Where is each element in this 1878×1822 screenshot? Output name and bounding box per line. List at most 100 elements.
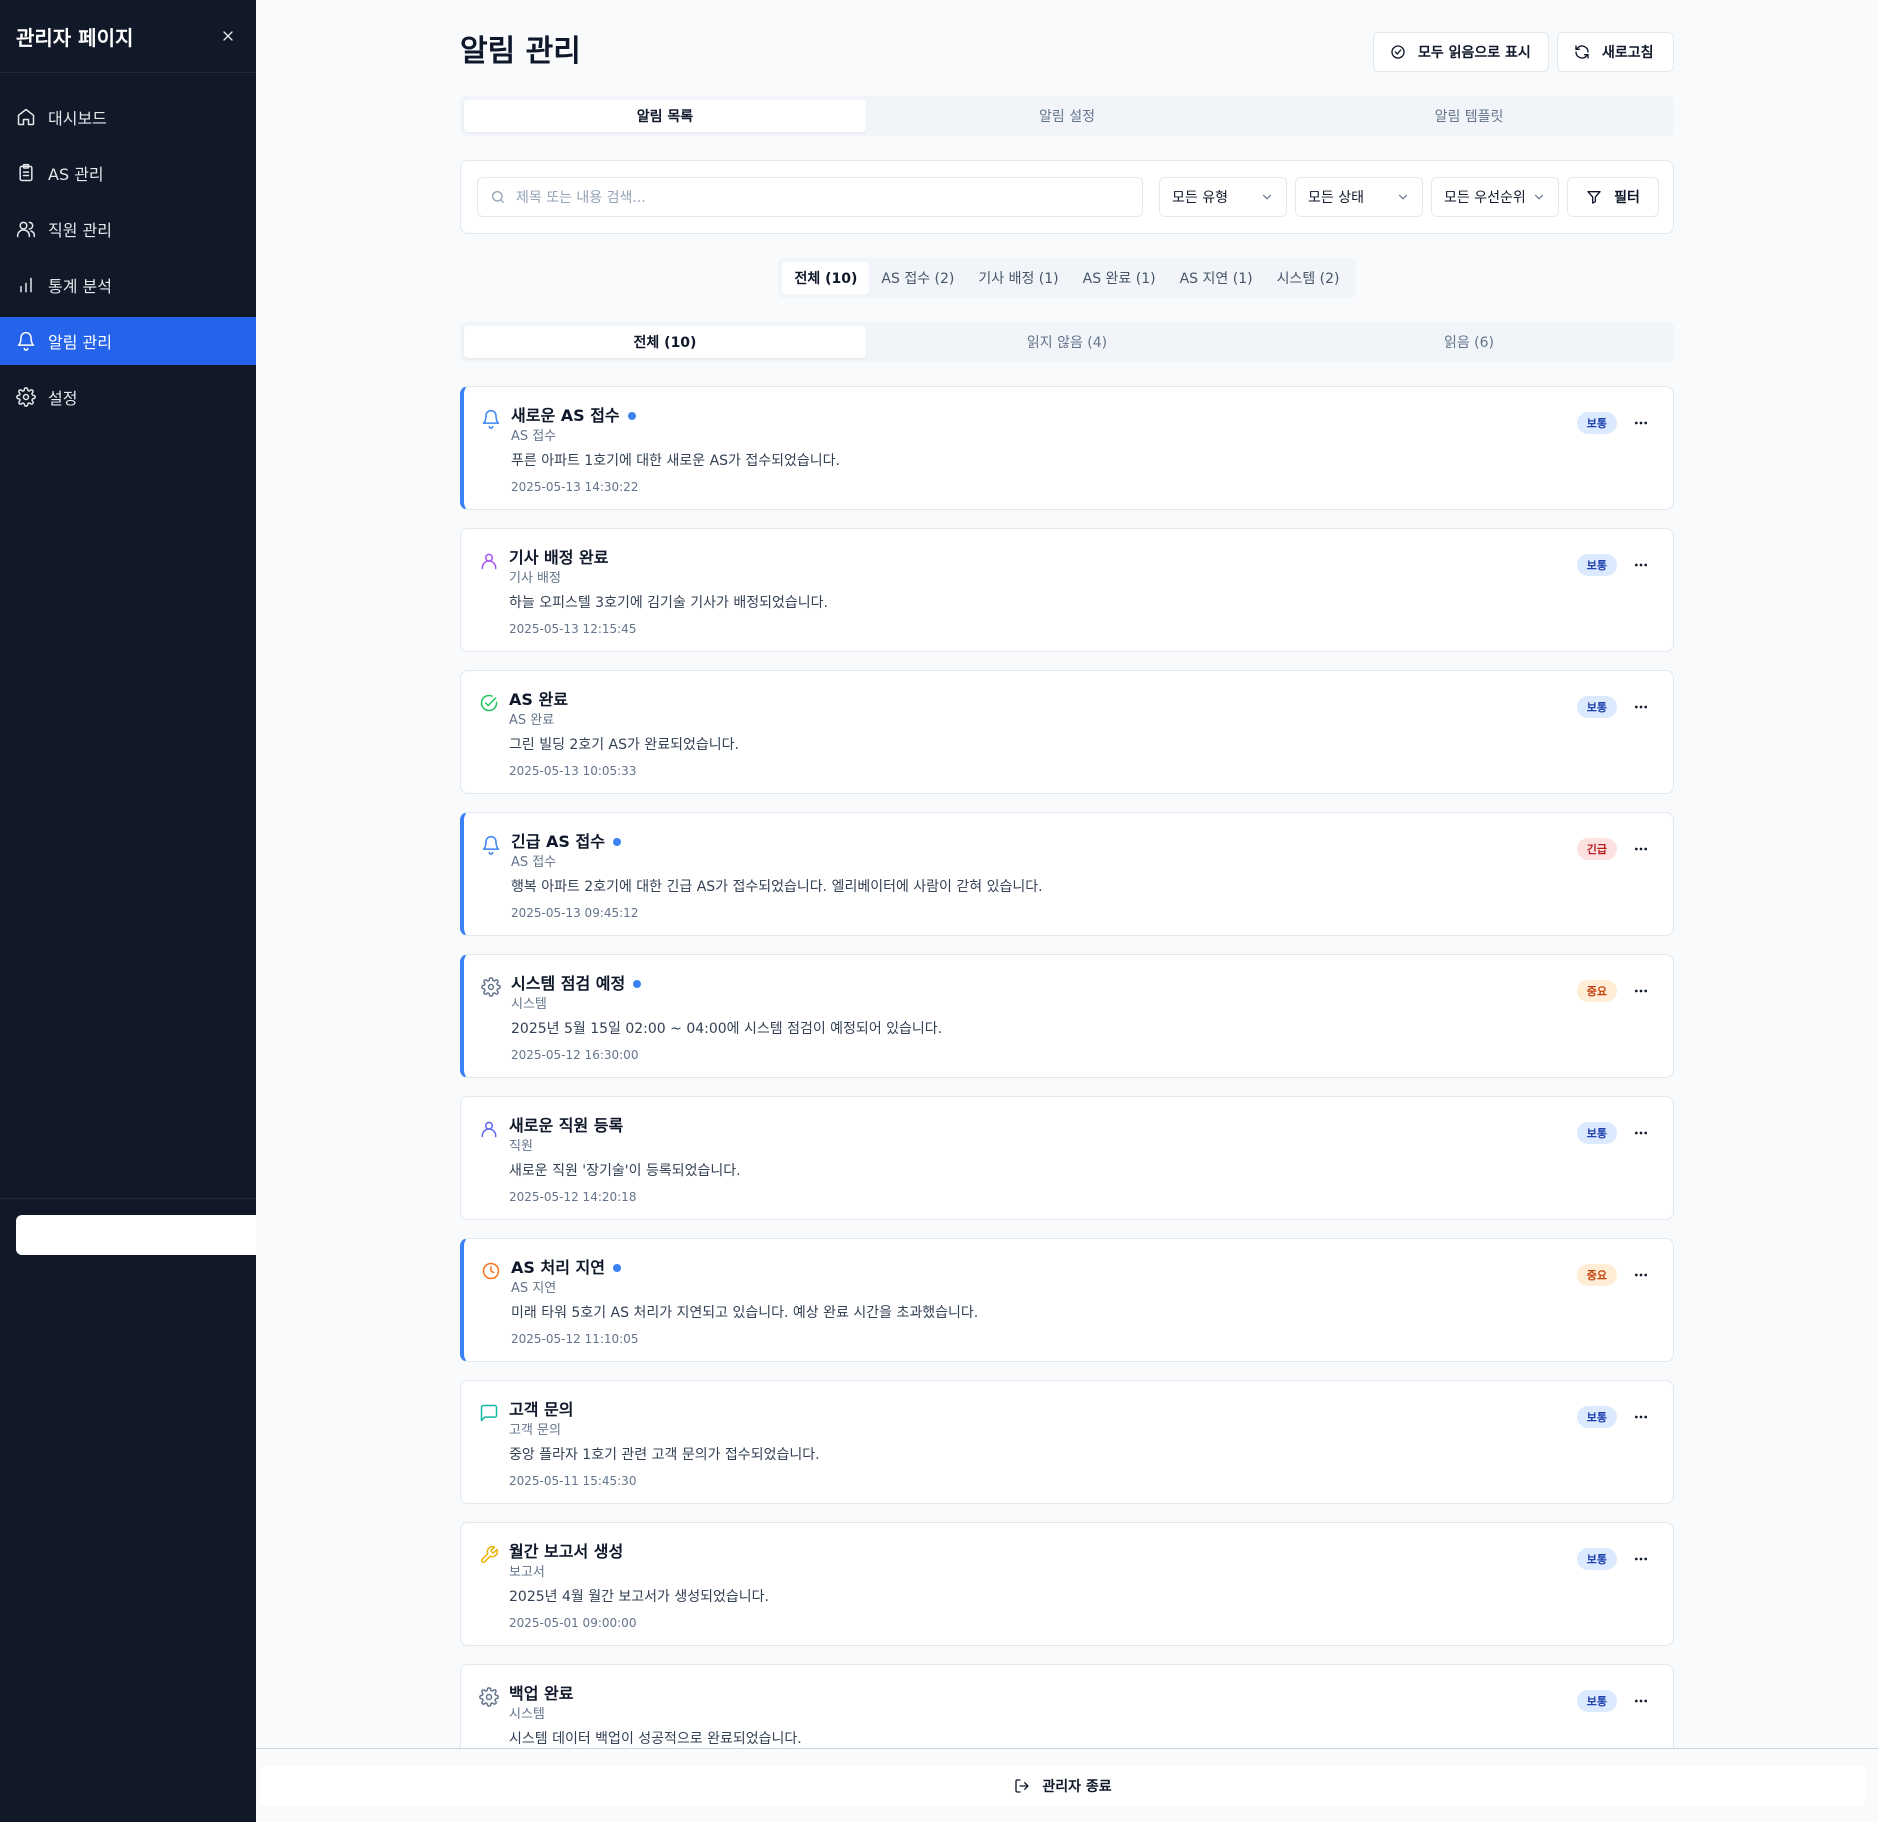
check-circle-icon — [1390, 44, 1406, 60]
close-icon[interactable] — [216, 24, 240, 48]
more-icon[interactable] — [1633, 415, 1649, 431]
notification-card[interactable]: 고객 문의 고객 문의 중앙 플라자 1호기 관련 고객 문의가 접수되었습니다. 2… — [460, 1380, 1674, 1504]
more-icon[interactable] — [1633, 699, 1649, 715]
tab-notification-settings[interactable]: 알림 설정 — [866, 100, 1268, 132]
notification-card[interactable]: 월간 보고서 생성 보고서 2025년 4월 월간 보고서가 생성되었습니다. 202… — [460, 1522, 1674, 1646]
sidebar-bottom-panel[interactable] — [16, 1215, 256, 1255]
tab-read-all[interactable]: 전체 (10) — [464, 326, 866, 358]
unread-dot — [627, 412, 636, 420]
clock-icon — [481, 1261, 501, 1281]
sidebar-item-notifications[interactable]: 알림 관리 — [0, 317, 256, 365]
notification-title: 기사 배정 완료 — [509, 548, 609, 567]
page-title: 알림 관리 — [460, 34, 581, 69]
notification-title: 시스템 점검 예정 — [511, 974, 626, 993]
sidebar-item-dashboard[interactable]: 대시보드 — [0, 93, 256, 141]
type-select[interactable]: 모든 유형 — [1159, 177, 1287, 217]
bell-icon — [16, 331, 36, 351]
exit-admin-button[interactable]: 관리자 종료 — [260, 1766, 1866, 1806]
notification-type: AS 지연 — [511, 1281, 557, 1296]
notification-message: 푸른 아파트 1호기에 대한 새로운 AS가 접수되었습니다. — [511, 453, 841, 469]
notification-card[interactable]: 새로운 직원 등록 직원 새로운 직원 '장기술'이 등록되었습니다. 2025-05… — [460, 1096, 1674, 1220]
notification-card[interactable]: AS 완료 AS 완료 그린 빌딩 2호기 AS가 완료되었습니다. 2025-05-… — [460, 670, 1674, 794]
refresh-button[interactable]: 새로고침 — [1557, 32, 1674, 72]
unread-dot — [633, 980, 642, 988]
notification-type: AS 접수 — [511, 855, 557, 870]
sidebar-item-staff[interactable]: 직원 관리 — [0, 205, 256, 253]
sidebar-title: 관리자 페이지 — [16, 25, 134, 50]
notification-body: 시스템 점검 예정시스템 2025년 5월 15일 02:00 ~ 04:00에 … — [511, 973, 942, 1065]
tab-read[interactable]: 읽음 (6) — [1268, 326, 1670, 358]
notification-body: 긴급 AS 접수 AS 접수행복 아파트 2호기에 대한 긴급 AS가 접수되었습… — [511, 831, 1043, 923]
more-icon[interactable] — [1633, 1693, 1649, 1709]
notification-card[interactable]: 기사 배정 완료 기사 배정 하늘 오피스텔 3호기에 김기술 기사가 배정되었습니… — [460, 528, 1674, 652]
sidebar-item-as[interactable]: AS 관리 — [0, 149, 256, 197]
more-icon[interactable] — [1633, 841, 1649, 857]
notification-title-row: 긴급 AS 접수 — [511, 831, 1043, 853]
more-icon[interactable] — [1633, 1267, 1649, 1283]
notification-title-row: 백업 완료 — [509, 1683, 802, 1705]
sidebar-item-settings[interactable]: 설정 — [0, 373, 256, 421]
priority-badge: 중요 — [1576, 980, 1617, 1002]
notification-time: 2025-05-12 14:20:18 — [509, 1190, 637, 1204]
tab-category-as-received[interactable]: AS 접수 (2) — [869, 262, 966, 294]
notification-card[interactable]: 시스템 점검 예정시스템 2025년 5월 15일 02:00 ~ 04:00에 … — [460, 954, 1674, 1078]
notification-title: AS 완료 — [509, 690, 568, 709]
tab-unread[interactable]: 읽지 않음 (4) — [866, 326, 1268, 358]
tab-category-as-delayed[interactable]: AS 지연 (1) — [1168, 262, 1265, 294]
bar-chart-icon — [16, 275, 36, 295]
tab-category-technician-assigned[interactable]: 기사 배정 (1) — [966, 262, 1070, 294]
notification-time: 2025-05-13 14:30:22 — [511, 480, 639, 494]
tab-notification-templates[interactable]: 알림 템플릿 — [1268, 100, 1670, 132]
status-select-value: 모든 상태 — [1308, 190, 1364, 206]
notification-card[interactable]: 새로운 AS 접수 AS 접수 푸른 아파트 1호기에 대한 새로운 AS가 접수되… — [460, 386, 1674, 510]
sidebar-item-label: 알림 관리 — [48, 333, 112, 352]
search-placeholder: 제목 또는 내용 검색... — [516, 190, 646, 206]
tab-category-as-completed[interactable]: AS 완료 (1) — [1071, 262, 1168, 294]
filter-icon — [1586, 189, 1602, 205]
gear-icon — [16, 387, 36, 407]
priority-select[interactable]: 모든 우선순위 — [1431, 177, 1559, 217]
notification-message: 중앙 플라자 1호기 관련 고객 문의가 접수되었습니다. — [509, 1447, 820, 1463]
chevron-down-icon — [1260, 190, 1274, 204]
tab-category-all[interactable]: 전체 (10) — [782, 262, 870, 294]
refresh-label: 새로고침 — [1602, 45, 1654, 61]
sidebar-nav: 대시보드 AS 관리 직원 관리 통계 분석 알림 관리 설정 — [0, 93, 256, 421]
filter-button[interactable]: 필터 — [1567, 177, 1659, 217]
mark-all-read-button[interactable]: 모두 읽음으로 표시 — [1373, 32, 1549, 72]
tab-notification-list[interactable]: 알림 목록 — [464, 100, 866, 132]
more-icon[interactable] — [1633, 557, 1649, 573]
notification-title: 긴급 AS 접수 — [511, 832, 605, 851]
notification-type: 시스템 — [511, 997, 547, 1012]
more-icon[interactable] — [1633, 1125, 1649, 1141]
search-icon — [490, 189, 506, 205]
priority-badge: 보통 — [1576, 554, 1617, 576]
notification-title-row: 고객 문의 — [509, 1399, 820, 1421]
notification-message: 행복 아파트 2호기에 대한 긴급 AS가 접수되었습니다. 엘리베이터에 사람… — [511, 879, 1043, 895]
bell-icon — [481, 409, 501, 429]
more-icon[interactable] — [1633, 1551, 1649, 1567]
notification-body: 고객 문의 고객 문의 중앙 플라자 1호기 관련 고객 문의가 접수되었습니다. 2… — [509, 1399, 820, 1491]
notification-message: 미래 타워 5호기 AS 처리가 지연되고 있습니다. 예상 완료 시간을 초과… — [511, 1305, 979, 1321]
notification-card[interactable]: 긴급 AS 접수 AS 접수행복 아파트 2호기에 대한 긴급 AS가 접수되었습… — [460, 812, 1674, 936]
priority-select-value: 모든 우선순위 — [1444, 190, 1526, 206]
sidebar-item-label: AS 관리 — [48, 165, 104, 184]
sidebar-divider — [0, 1198, 256, 1199]
sidebar-item-stats[interactable]: 통계 분석 — [0, 261, 256, 309]
search-input[interactable]: 제목 또는 내용 검색... — [477, 177, 1143, 217]
notification-time: 2025-05-11 15:45:30 — [509, 1474, 637, 1488]
more-icon[interactable] — [1633, 983, 1649, 999]
notification-type: 고객 문의 — [509, 1423, 561, 1438]
exit-admin-label: 관리자 종료 — [1042, 1779, 1112, 1795]
notification-message: 2025년 5월 15일 02:00 ~ 04:00에 시스템 점검이 예정되어… — [511, 1021, 943, 1037]
status-select[interactable]: 모든 상태 — [1295, 177, 1423, 217]
notification-type: 기사 배정 — [509, 571, 561, 586]
sidebar-header: 관리자 페이지 — [0, 0, 256, 73]
filter-card: 제목 또는 내용 검색... 모든 유형 모든 상태 모든 우선순위 필터 — [460, 160, 1674, 234]
notification-body: 새로운 AS 접수 AS 접수 푸른 아파트 1호기에 대한 새로운 AS가 접수되… — [511, 405, 840, 497]
tab-category-system[interactable]: 시스템 (2) — [1265, 262, 1352, 294]
notification-card[interactable]: AS 처리 지연 AS 지연 미래 타워 5호기 AS 처리가 지연되고 있습니다.… — [460, 1238, 1674, 1362]
more-icon[interactable] — [1633, 1409, 1649, 1425]
notification-title-row: 새로운 직원 등록 — [509, 1115, 741, 1137]
notification-message: 그린 빌딩 2호기 AS가 완료되었습니다. — [509, 737, 739, 753]
sidebar-item-label: 직원 관리 — [48, 221, 112, 240]
